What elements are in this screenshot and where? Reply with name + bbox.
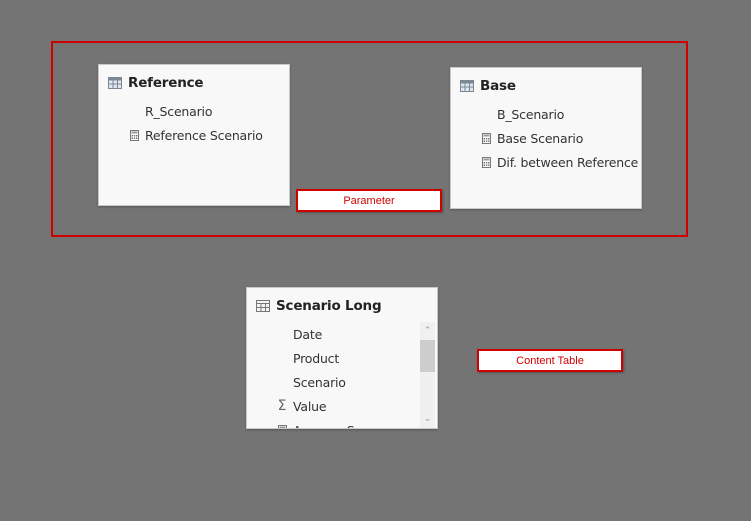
- field-b-scenario[interactable]: B_Scenario: [451, 104, 564, 124]
- table-icon: [256, 300, 270, 312]
- field-label: Product: [293, 350, 340, 366]
- field-label: Date: [293, 326, 323, 342]
- calculator-icon: [478, 131, 494, 145]
- table-icon: [460, 80, 474, 92]
- field-value[interactable]: Σ Value: [247, 396, 327, 416]
- scrollbar-thumb[interactable]: [420, 340, 435, 372]
- field-label: Base Scenario: [497, 130, 584, 146]
- scroll-up-icon[interactable]: ⌃: [420, 324, 435, 338]
- field-label: R_Scenario: [145, 103, 213, 119]
- table-title: Reference: [128, 75, 204, 91]
- field-average-scenario[interactable]: Average S...: [247, 420, 366, 429]
- table-card-reference[interactable]: Reference R_Scenario Reference Scenario: [98, 64, 290, 206]
- table-card-base[interactable]: Base B_Scenario Base Scenario Dif. betwe…: [450, 67, 642, 209]
- table-icon: [108, 77, 122, 89]
- table-title: Base: [480, 78, 516, 94]
- card-header: Base: [460, 77, 516, 95]
- sigma-icon: Σ: [277, 398, 287, 414]
- field-label: B_Scenario: [497, 106, 565, 122]
- field-reference-scenario[interactable]: Reference Scenario: [99, 125, 263, 145]
- field-date[interactable]: Date: [247, 324, 322, 344]
- content-table-annotation-label: Content Table: [477, 349, 623, 372]
- card-header: Scenario Long: [256, 297, 382, 315]
- field-label: Scenario: [293, 374, 346, 390]
- table-title: Scenario Long: [276, 298, 382, 314]
- field-label: Dif. between Reference: [497, 154, 639, 170]
- card-header: Reference: [108, 74, 204, 92]
- field-r-scenario[interactable]: R_Scenario: [99, 101, 212, 121]
- field-base-scenario[interactable]: Base Scenario: [451, 128, 583, 148]
- scroll-down-icon[interactable]: ⌄: [420, 412, 435, 426]
- table-card-scenario-long[interactable]: Scenario Long Date Product Scenario Σ Va…: [246, 287, 438, 429]
- field-label: Average S...: [293, 423, 366, 429]
- field-list-scrollbar[interactable]: ⌃ ⌄: [420, 322, 435, 428]
- field-product[interactable]: Product: [247, 348, 339, 368]
- field-scenario[interactable]: Scenario: [247, 372, 346, 392]
- parameter-annotation-label: Parameter: [296, 189, 442, 212]
- field-dif-between-reference[interactable]: Dif. between Reference: [451, 152, 638, 172]
- field-label: Reference Scenario: [145, 127, 263, 143]
- calculator-icon: [126, 128, 142, 142]
- field-label: Value: [293, 398, 327, 414]
- calculator-icon: [478, 155, 494, 169]
- calculator-icon: [274, 423, 290, 428]
